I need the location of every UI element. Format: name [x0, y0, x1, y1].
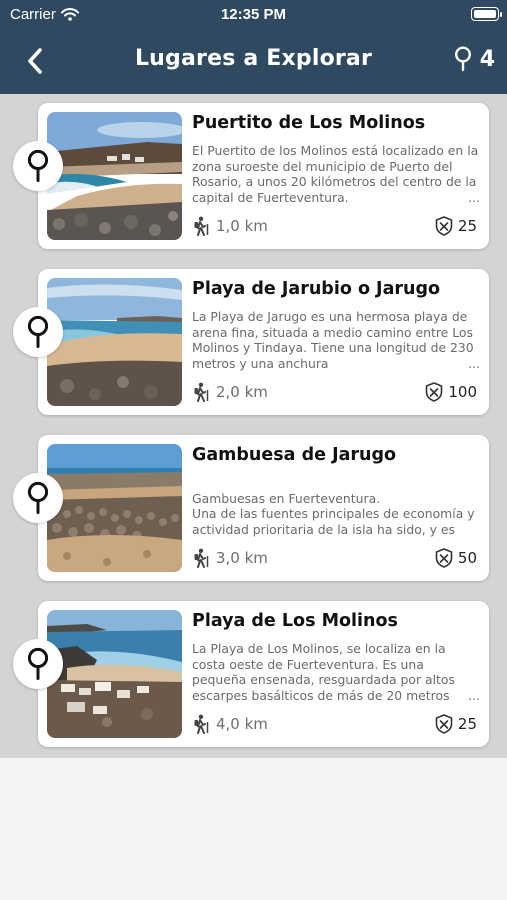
- place-distance: 4,0 km: [192, 714, 268, 734]
- map-pin-icon: [27, 481, 49, 514]
- place-pin: [13, 307, 63, 357]
- place-points: 25: [435, 714, 477, 734]
- navigation-bar: Lugares a Explorar 4: [0, 36, 507, 86]
- place-photo: [47, 444, 182, 572]
- place-distance: 2,0 km: [192, 382, 268, 402]
- shield-badge-icon: [435, 548, 453, 568]
- place-title: Puertito de Los Molinos: [192, 113, 426, 133]
- place-description: Gambuesas en Fuerteventura. Una de las f…: [192, 490, 475, 537]
- place-description: La Playa de Los Molinos, se localiza en …: [192, 641, 480, 703]
- place-points: 50: [435, 548, 477, 568]
- points-value: 25: [457, 715, 477, 733]
- place-distance: 3,0 km: [192, 548, 268, 568]
- shield-badge-icon: [435, 216, 453, 236]
- place-photo: [47, 112, 182, 240]
- place-title: Gambuesa de Jarugo: [192, 445, 397, 465]
- status-bar: Carrier 12:35 PM: [0, 0, 507, 30]
- place-photo: [47, 278, 182, 406]
- map-pin-icon: [27, 315, 49, 348]
- place-pin: [13, 473, 63, 523]
- place-title: Playa de Jarubio o Jarugo: [192, 279, 441, 299]
- distance-value: 2,0 km: [216, 383, 268, 401]
- map-pin-icon: [27, 149, 49, 182]
- place-pin: [13, 141, 63, 191]
- place-card[interactable]: Puertito de Los Molinos El Puertito de l…: [13, 103, 489, 249]
- map-pin-icon: [27, 647, 49, 680]
- hiker-icon: [194, 714, 209, 734]
- place-title: Playa de Los Molinos: [192, 611, 398, 631]
- hiker-icon: [194, 382, 209, 402]
- place-card[interactable]: Playa de Jarubio o Jarugo La Playa de Ja…: [13, 269, 489, 415]
- battery-icon: [471, 7, 502, 21]
- map-pin-icon: [454, 46, 471, 72]
- place-points: 100: [425, 382, 477, 402]
- distance-value: 4,0 km: [216, 715, 268, 733]
- places-count[interactable]: 4: [454, 46, 495, 72]
- clock: 12:35 PM: [220, 6, 287, 23]
- place-description: La Playa de Jarugo es una hermosa playa …: [192, 309, 480, 371]
- place-description: El Puertito de los Molinos está localiza…: [192, 143, 480, 205]
- places-list: Puertito de Los Molinos El Puertito de l…: [0, 94, 507, 758]
- place-points: 25: [435, 216, 477, 236]
- place-card[interactable]: Playa de Los Molinos La Playa de Los Mol…: [13, 601, 489, 747]
- page-title: Lugares a Explorar: [134, 46, 373, 71]
- points-value: 100: [448, 383, 477, 401]
- places-count-value: 4: [479, 46, 495, 72]
- points-value: 50: [457, 549, 477, 567]
- shield-badge-icon: [435, 714, 453, 734]
- shield-badge-icon: [426, 382, 443, 402]
- distance-value: 1,0 km: [216, 217, 268, 235]
- place-pin: [13, 639, 63, 689]
- place-card[interactable]: Gambuesa de Jarugo Gambuesas en Fuerteve…: [13, 435, 489, 581]
- hiker-icon: [194, 548, 209, 568]
- place-distance: 1,0 km: [192, 216, 268, 236]
- points-value: 25: [457, 217, 477, 235]
- place-photo: [47, 610, 182, 738]
- hiker-icon: [194, 216, 209, 236]
- distance-value: 3,0 km: [216, 549, 268, 567]
- top-bar: Carrier 12:35 PM Lugares a Explorar 4: [0, 0, 507, 94]
